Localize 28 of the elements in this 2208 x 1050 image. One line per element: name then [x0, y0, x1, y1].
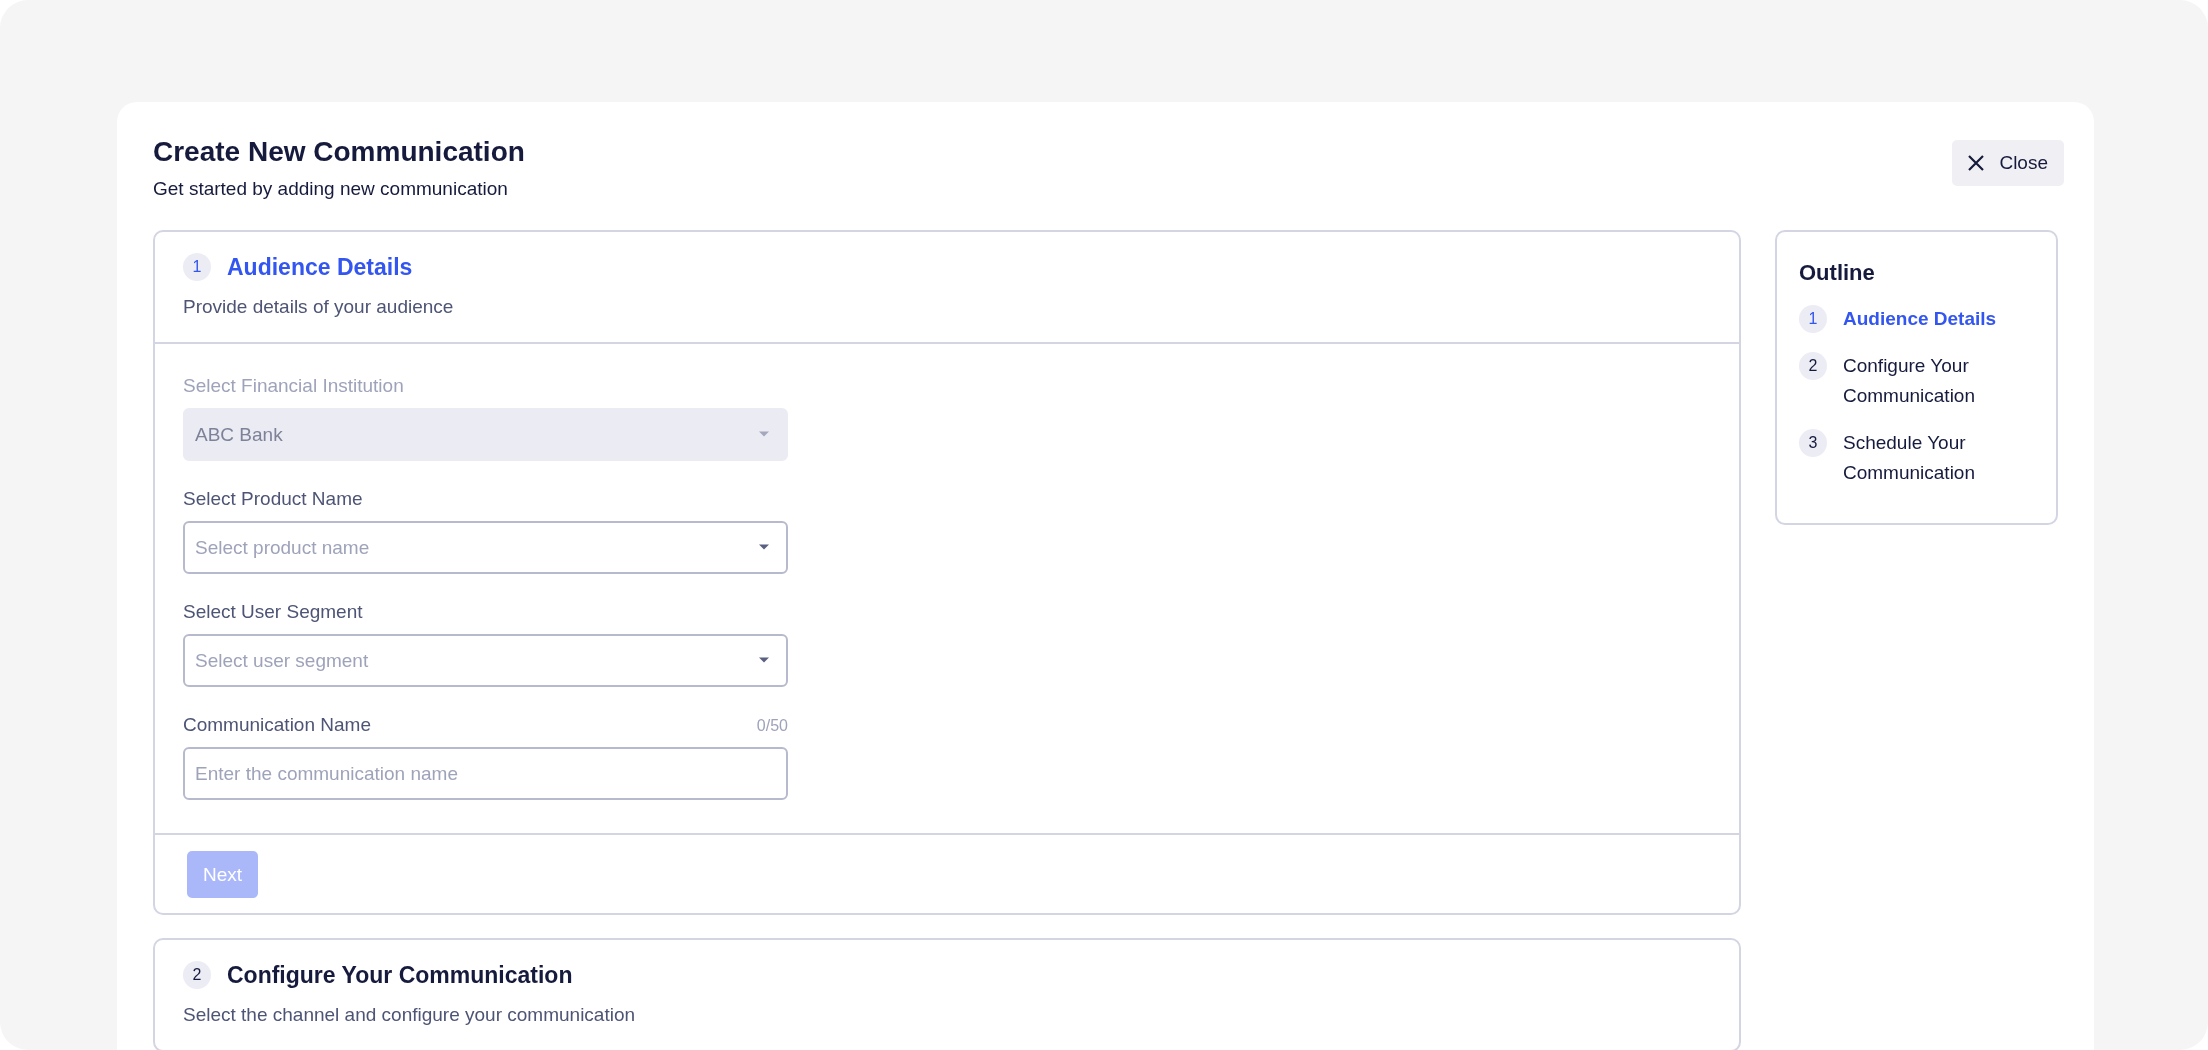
section-title: Configure Your Communication	[227, 961, 573, 990]
field-label: Select Financial Institution	[183, 374, 404, 398]
character-counter: 0/50	[756, 717, 788, 735]
field-label: Select User Segment	[183, 600, 363, 624]
section-subtitle: Provide details of your audience	[183, 296, 455, 318]
outline-item[interactable]: Configure Your Communication	[1843, 351, 2034, 411]
caret-icon	[758, 543, 770, 551]
input-field[interactable]: Enter the communication name	[183, 747, 788, 800]
select-field[interactable]: Select product name	[183, 521, 788, 574]
close-button[interactable]: Close	[1952, 140, 2064, 186]
field-label: Select Product Name	[183, 487, 363, 511]
caret-icon	[758, 430, 770, 438]
step-number: 1	[1799, 305, 1827, 333]
field-label: Communication Name	[183, 713, 371, 737]
section-title: Audience Details	[227, 253, 413, 282]
page-subtitle: Get started by adding new communication	[153, 178, 509, 200]
step-number: 1	[183, 253, 211, 281]
select-field[interactable]: Select user segment	[183, 634, 788, 687]
section-subtitle: Select the channel and configure your communication	[183, 1004, 637, 1026]
outline-title: Outline	[1799, 259, 1876, 287]
step-number: 3	[1799, 429, 1827, 457]
step-number: 2	[183, 961, 211, 989]
caret-icon	[758, 656, 770, 664]
step-number: 2	[1799, 352, 1827, 380]
outline-item[interactable]: Audience Details	[1843, 304, 2034, 334]
page-title: Create New Communication	[153, 135, 525, 169]
close-icon	[1967, 154, 1986, 172]
outline-item[interactable]: Schedule Your Communication	[1843, 428, 2034, 488]
